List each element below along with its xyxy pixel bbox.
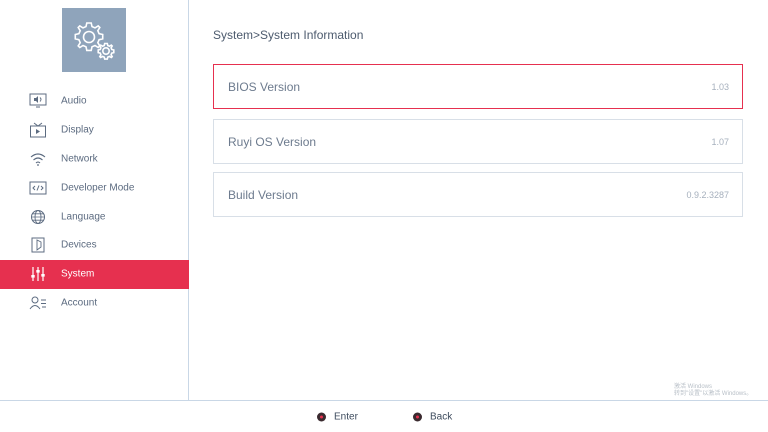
settings-logo [62,8,126,72]
display-icon [29,121,47,139]
ruyi-os-version-row[interactable]: Ruyi OS Version 1.07 [213,119,743,164]
sidebar-item-developer-mode[interactable]: Developer Mode [0,173,189,202]
sidebar-item-label: Display [61,124,94,136]
row-value: 1.07 [711,136,729,147]
enter-label: Enter [334,411,358,422]
globe-icon [29,208,47,226]
sidebar-item-network[interactable]: Network [0,145,189,174]
sidebar-item-label: Developer Mode [61,182,135,194]
sidebar-item-label: System [61,268,95,280]
settings-gear-icon [74,22,115,60]
footer-hints: Enter Back [0,400,768,432]
sidebar-item-display[interactable]: Display [0,116,189,145]
sliders-icon [29,265,47,283]
sidebar-item-audio[interactable]: Audio [0,87,189,116]
sidebar-item-label: Network [61,153,98,165]
bios-version-row[interactable]: BIOS Version 1.03 [213,64,743,109]
back-hint[interactable]: Back [413,411,452,422]
watermark-line: 激活 Windows [674,384,713,390]
back-label: Back [430,411,453,422]
sidebar: Audio Display Network Developer Mode Lan… [0,0,189,400]
audio-icon [29,92,47,110]
sidebar-item-label: Audio [61,95,87,107]
build-version-row[interactable]: Build Version 0.9.2.3287 [213,172,743,217]
row-label: Build Version [228,187,299,202]
sidebar-item-account[interactable]: Account [0,289,189,318]
row-label: BIOS Version [228,79,301,94]
row-label: Ruyi OS Version [228,134,317,149]
enter-hint[interactable]: Enter [317,411,358,422]
settings-app: Audio Display Network Developer Mode Lan… [0,0,768,432]
sidebar-item-language[interactable]: Language [0,202,189,231]
wifi-icon [29,150,47,168]
sidebar-item-label: Language [61,211,106,223]
breadcrumb: System>System Information [213,28,364,42]
main-content: System>System Information BIOS Version 1… [190,0,768,400]
device-icon [29,236,47,254]
sidebar-item-label: Devices [61,239,97,251]
sidebar-item-devices[interactable]: Devices [0,231,189,260]
row-value: 1.03 [711,81,729,92]
sidebar-nav: Audio Display Network Developer Mode Lan… [0,87,189,317]
back-button-icon [413,412,422,421]
sidebar-item-label: Account [61,297,98,309]
code-icon [29,179,47,197]
sidebar-item-system[interactable]: System [0,259,189,289]
activation-watermark: 激活 Windows 转到"设置"以激活 Windows。 [674,384,752,398]
enter-button-icon [317,412,326,421]
row-value: 0.9.2.3287 [686,189,729,200]
account-icon [29,294,47,312]
watermark-line: 转到"设置"以激活 Windows。 [674,391,753,397]
